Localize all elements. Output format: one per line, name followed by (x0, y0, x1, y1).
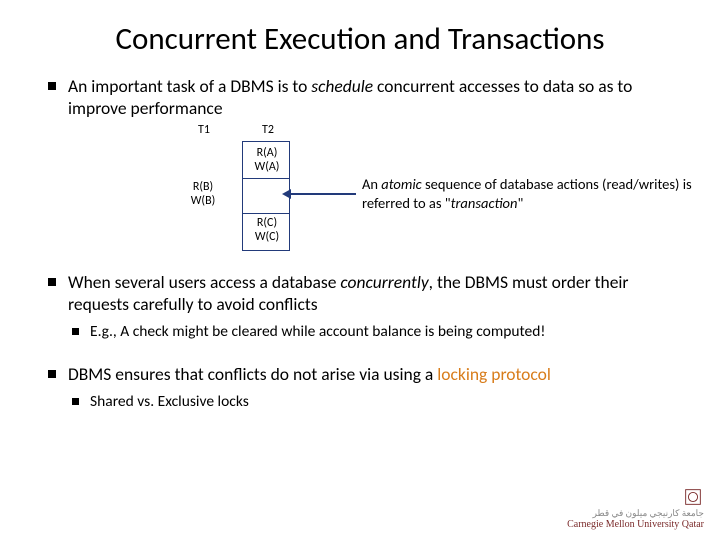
ops-b: R(B) W(B) (187, 181, 219, 209)
text-link: locking protocol (437, 363, 551, 385)
op: W(C) (255, 230, 279, 244)
ops-c: R(C) W(C) (252, 217, 282, 245)
callout-arrow (290, 193, 356, 195)
sub-list: E.g., A check might be cleared while acc… (68, 322, 680, 342)
callout-text: An atomic sequence of database actions (… (362, 175, 720, 211)
slide-title: Concurrent Execution and Transactions (40, 22, 680, 58)
op: W(A) (255, 160, 280, 174)
col-header-t2: T2 (248, 123, 288, 138)
bullet-list: An important task of a DBMS is to schedu… (40, 76, 680, 413)
text: An important task of a DBMS is to (68, 75, 311, 97)
text-em: schedule (311, 75, 373, 97)
bullet-2: When several users access a database con… (46, 272, 680, 342)
cmu-logo-icon (682, 486, 704, 508)
text-em: atomic (381, 175, 421, 193)
footer-branding: جامعة كارنيجي ميلون في قطر Carnegie Mell… (567, 509, 704, 530)
text: DBMS ensures that conflicts do not arise… (68, 363, 437, 385)
transaction-diagram: T1 T2 R(A) W(A) R(B) W(B) R(C) W(C) (68, 123, 680, 258)
op: R(B) (193, 180, 213, 194)
op: R(C) (257, 216, 277, 230)
col-header-t1: T1 (184, 123, 224, 138)
bullet-3: DBMS ensures that conflicts do not arise… (46, 364, 680, 412)
text: " (517, 194, 523, 212)
text-em: transaction (451, 194, 518, 212)
sub-bullet: E.g., A check might be cleared while acc… (72, 322, 680, 342)
sub-list: Shared vs. Exclusive locks (68, 392, 680, 412)
footer-en: Carnegie Mellon University Qatar (567, 519, 704, 530)
footer-arabic: جامعة كارنيجي ميلون في قطر (567, 509, 704, 519)
text-em: concurrently (340, 271, 428, 293)
text: An (362, 175, 381, 193)
sub-bullet: Shared vs. Exclusive locks (72, 392, 680, 412)
ops-a: R(A) W(A) (252, 147, 282, 175)
text: When several users access a database (68, 271, 340, 293)
bullet-1: An important task of a DBMS is to schedu… (46, 76, 680, 259)
op: R(A) (257, 146, 278, 160)
op: W(B) (191, 194, 215, 208)
